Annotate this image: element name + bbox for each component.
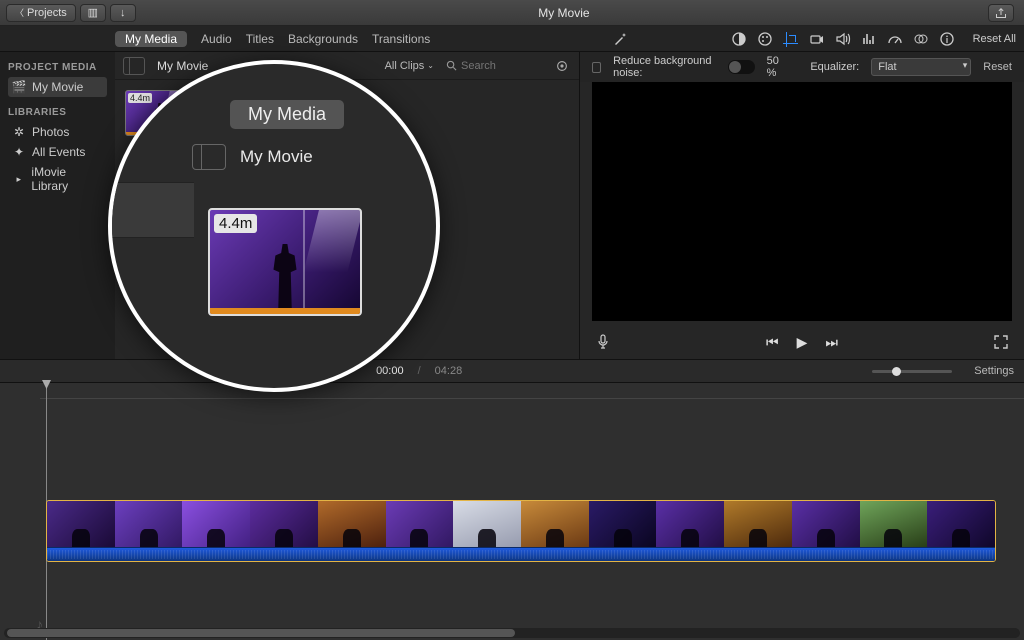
next-button[interactable]: ⏭ [825, 334, 838, 351]
tab-audio[interactable]: Audio [201, 32, 232, 46]
tab-transitions[interactable]: Transitions [372, 32, 430, 46]
sidebar-item-label: My Movie [32, 80, 83, 94]
prev-button[interactable]: ⏮ [766, 334, 779, 351]
skip-back-icon: ⏮ [766, 334, 779, 350]
microphone-icon [596, 334, 610, 350]
play-icon: ▶ [797, 334, 808, 350]
total-duration: 04:28 [435, 365, 463, 377]
noise-eq-button[interactable] [859, 30, 879, 48]
volume-button[interactable] [833, 30, 853, 48]
import-icon: ▥ [88, 6, 98, 19]
download-button[interactable]: ↓ [110, 4, 136, 22]
transport-bar: ⏮ ▶ ⏭ [580, 325, 1024, 359]
sidebar-item-label: All Events [32, 145, 85, 159]
crop-button[interactable] [781, 30, 801, 48]
search-icon [446, 60, 457, 71]
browser-settings-button[interactable] [553, 57, 571, 75]
window-toolbar: 〈 Projects ▥ ↓ My Movie [0, 0, 1024, 26]
overlap-circles-icon [913, 31, 929, 47]
inspector-icons: Reset All [729, 30, 1016, 48]
video-viewer[interactable] [592, 82, 1012, 321]
equalizer-icon [861, 31, 877, 47]
share-icon [995, 7, 1007, 19]
sidebar-item-label: iMovie Library [31, 165, 103, 193]
media-tabs: My Media Audio Titles Backgrounds Transi… [115, 31, 430, 47]
zoom-callout: My Media My Movie 4.4m [108, 60, 440, 392]
color-correct-button[interactable] [755, 30, 775, 48]
chevron-right-icon: ▸ [12, 174, 25, 185]
back-projects-button[interactable]: 〈 Projects [6, 4, 76, 22]
tab-backgrounds[interactable]: Backgrounds [288, 32, 358, 46]
skip-forward-icon: ⏭ [825, 334, 838, 350]
clapperboard-icon: 🎬 [12, 80, 26, 94]
chevron-left-icon: 〈 [15, 6, 24, 19]
window-title: My Movie [140, 6, 988, 20]
media-tabs-row: My Media Audio Titles Backgrounds Transi… [0, 26, 1024, 52]
sidebar-item-label: Photos [32, 125, 69, 139]
search-input[interactable] [461, 60, 541, 72]
palette-icon [757, 31, 773, 47]
back-label: Projects [27, 7, 67, 19]
horizontal-scrollbar[interactable] [4, 628, 1020, 638]
stabilize-button[interactable] [807, 30, 827, 48]
crop-icon [783, 31, 799, 47]
info-button[interactable] [937, 30, 957, 48]
reduce-noise-checkbox[interactable] [592, 62, 601, 73]
sidebar-item-imovie-library[interactable]: ▸ iMovie Library [8, 162, 107, 196]
gear-icon [555, 59, 569, 73]
noise-slider[interactable] [728, 60, 755, 74]
sidebar-item-photos[interactable]: ✲ Photos [8, 122, 107, 142]
star-icon: ✦ [12, 145, 26, 159]
tab-my-media[interactable]: My Media [115, 31, 187, 47]
lens-clip-duration: 4.4m [214, 214, 257, 233]
reduce-noise-label: Reduce background noise: [613, 55, 716, 79]
project-media-heading: PROJECT MEDIA [8, 62, 107, 73]
lens-browser-title: My Movie [240, 147, 313, 167]
libraries-heading: LIBRARIES [8, 107, 107, 118]
fullscreen-button[interactable] [994, 335, 1008, 349]
noise-percentage: 50 % [767, 55, 787, 79]
lens-media-clip: 4.4m [208, 208, 362, 316]
sidebar-item-all-events[interactable]: ✦ All Events [8, 142, 107, 162]
library-sidebar: PROJECT MEDIA 🎬 My Movie LIBRARIES ✲ Pho… [0, 52, 115, 359]
sidebar-item-project[interactable]: 🎬 My Movie [8, 77, 107, 97]
audio-inspector-row: Reduce background noise: 50 % Equalizer:… [580, 52, 1024, 82]
speed-button[interactable] [885, 30, 905, 48]
color-balance-button[interactable] [729, 30, 749, 48]
timeline-ruler[interactable] [40, 389, 1024, 399]
timeline-clip[interactable] [46, 500, 996, 562]
tab-titles[interactable]: Titles [246, 32, 274, 46]
play-button[interactable]: ▶ [797, 334, 808, 351]
enhance-wand-button[interactable] [610, 30, 630, 48]
wand-icon [612, 31, 628, 47]
timeline[interactable]: ♪ [0, 383, 1024, 640]
equalizer-label: Equalizer: [810, 61, 859, 73]
import-button[interactable]: ▥ [80, 4, 106, 22]
speedometer-icon [887, 31, 903, 47]
voiceover-button[interactable] [596, 334, 610, 350]
lens-tab-my-media: My Media [230, 100, 344, 129]
reset-button[interactable]: Reset [983, 61, 1012, 73]
equalizer-select[interactable]: Flat [871, 58, 971, 76]
photos-icon: ✲ [12, 125, 26, 139]
audio-waveform[interactable] [47, 547, 995, 561]
zoom-slider[interactable] [872, 370, 952, 373]
viewer-panel: Reduce background noise: 50 % Equalizer:… [580, 52, 1024, 359]
camera-icon [810, 32, 824, 46]
color-balance-icon [731, 31, 747, 47]
fullscreen-icon [994, 335, 1008, 349]
info-icon [939, 31, 955, 47]
reset-all-button[interactable]: Reset All [973, 33, 1016, 45]
download-icon: ↓ [120, 7, 126, 19]
filter-button[interactable] [911, 30, 931, 48]
lens-layout-icon [192, 144, 226, 170]
share-button[interactable] [988, 4, 1014, 22]
volume-icon [835, 31, 851, 47]
timeline-settings-button[interactable]: Settings [974, 365, 1014, 377]
search-field[interactable] [442, 59, 545, 73]
